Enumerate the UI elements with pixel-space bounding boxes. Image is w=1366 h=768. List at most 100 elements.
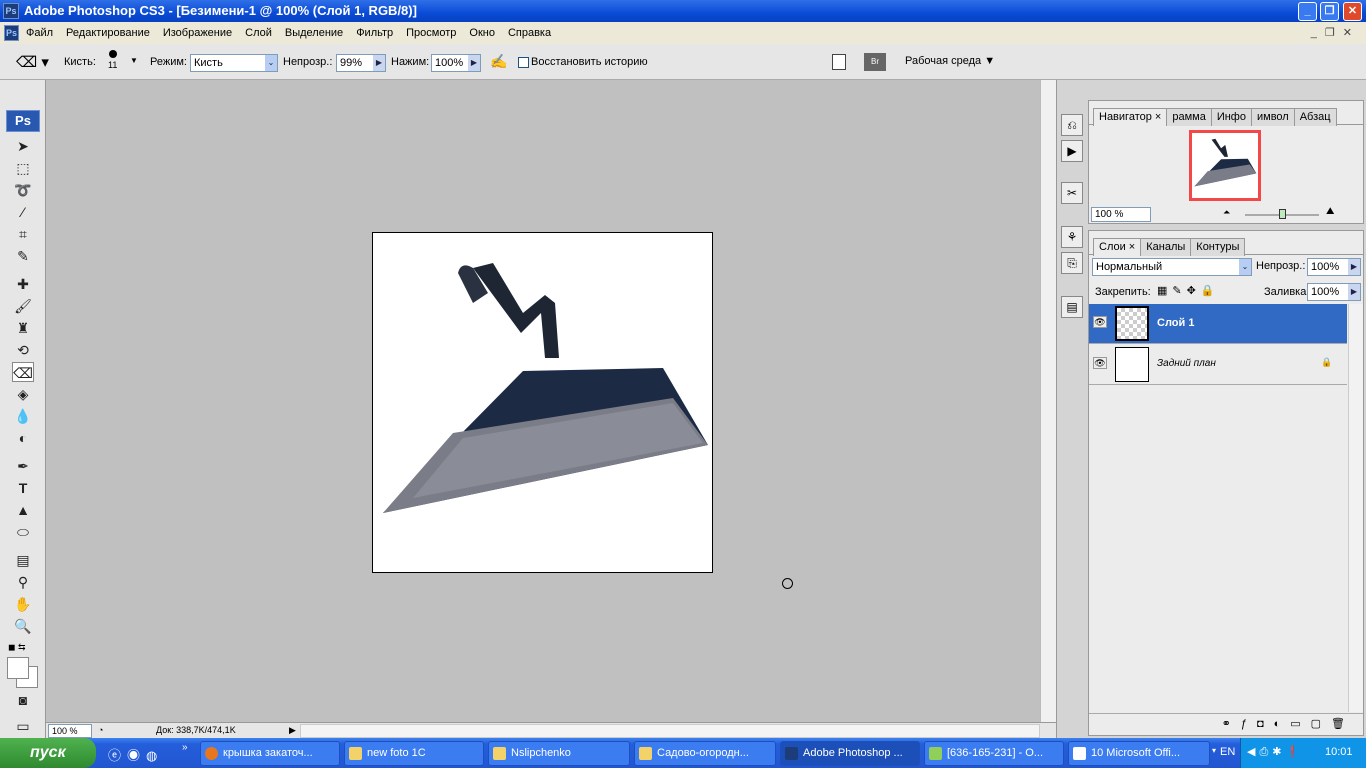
bridge-icon[interactable]: Br <box>864 53 886 71</box>
default-colors-icon[interactable]: ◼ ⇆ <box>8 642 26 653</box>
layer-row[interactable]: 👁 Задний план 🔒 <box>1089 345 1347 385</box>
opacity-field[interactable]: 99% ▶ <box>336 54 386 72</box>
quick-mask-icon[interactable]: ◙ <box>12 690 34 710</box>
close-button[interactable]: ✕ <box>1343 2 1362 21</box>
zoom-slider-handle[interactable] <box>1279 209 1286 219</box>
flow-field[interactable]: 100% ▶ <box>431 54 481 72</box>
paint-bucket-icon[interactable]: ◈ <box>12 384 34 404</box>
workspace-menu[interactable]: Рабочая среда ▼ <box>905 55 995 67</box>
tab-paragraph[interactable]: Абзац <box>1293 108 1337 126</box>
pen-tool-icon[interactable]: ✒ <box>12 456 34 476</box>
eraser-tool-preset-icon[interactable]: ⌫ ▾ <box>16 53 49 71</box>
dodge-tool-icon[interactable]: ◐ <box>12 428 34 448</box>
status-menu-arrow[interactable]: ▶ <box>289 723 296 738</box>
actions-panel-icon[interactable]: ▶ <box>1061 140 1083 162</box>
tray-icons[interactable]: ◀⎙✱❗ <box>1247 745 1303 759</box>
language-indicator[interactable]: EN <box>1220 746 1235 758</box>
layer-comps-icon[interactable]: ▤ <box>1061 296 1083 318</box>
mode-select[interactable]: Кисть ⌄ <box>190 54 278 72</box>
notes-tool-icon[interactable]: ▤ <box>12 550 34 570</box>
taskbar-item[interactable]: крышка закаточ... <box>200 741 340 766</box>
minimize-button[interactable]: _ <box>1298 2 1317 21</box>
status-zoom-field[interactable]: 100 % <box>48 724 92 738</box>
clone-source-icon[interactable]: ⎘ <box>1061 252 1083 274</box>
taskbar-item[interactable]: Садово-огородн... <box>634 741 776 766</box>
layer-name[interactable]: Слой 1 <box>1157 317 1194 329</box>
start-button[interactable]: пуск <box>0 738 96 768</box>
visibility-eye-icon[interactable]: 👁 <box>1093 316 1107 328</box>
history-brush-icon[interactable]: ⟲ <box>12 340 34 360</box>
blur-tool-icon[interactable]: 💧 <box>12 406 34 426</box>
quick-launch-icons[interactable]: ⓔ◉◍ <box>108 745 163 764</box>
zoom-in-icon[interactable]: ⛰ <box>1326 206 1334 217</box>
lasso-tool-icon[interactable]: ➰ <box>12 180 34 200</box>
document-icon[interactable]: Ps <box>4 25 19 41</box>
history-panel-icon[interactable]: ⎌ <box>1061 114 1083 136</box>
taskbar-item[interactable]: new foto 1C <box>344 741 484 766</box>
brush-tool-icon[interactable]: 🖌 <box>12 296 34 316</box>
menu-file[interactable]: Файл <box>26 27 53 39</box>
taskbar-item[interactable]: Adobe Photoshop ... <box>780 741 920 766</box>
visibility-eye-icon[interactable]: 👁 <box>1093 357 1107 369</box>
opacity-label: Непрозр.: <box>283 56 333 68</box>
menu-filter[interactable]: Фильтр <box>356 27 393 39</box>
menu-image[interactable]: Изображение <box>163 27 232 39</box>
vertical-scrollbar[interactable] <box>1040 80 1056 722</box>
navigator-preview[interactable] <box>1189 130 1261 201</box>
fill-field[interactable]: 100% ▶ <box>1307 283 1361 301</box>
tab-histogram[interactable]: рамма <box>1166 108 1212 126</box>
marquee-tool-icon[interactable]: ⬚ <box>12 158 34 178</box>
tab-navigator[interactable]: Навигатор × <box>1093 108 1168 126</box>
brush-picker[interactable]: 11 <box>108 50 117 71</box>
slice-tool-icon[interactable]: ✎ <box>12 246 34 266</box>
eraser-tool-icon[interactable]: ⌫ <box>12 362 34 382</box>
document-window-controls[interactable]: _❐✕ <box>1311 22 1360 44</box>
layers-footer-buttons[interactable]: ⚭ƒ◘◐▭▢🗑 <box>1089 713 1363 735</box>
crop-tool-icon[interactable]: ⌗ <box>12 224 34 244</box>
airbrush-icon[interactable]: ✍ <box>490 53 507 70</box>
move-tool-icon[interactable]: ➤ <box>12 136 34 156</box>
blend-mode-select[interactable]: Нормальный ⌄ <box>1092 258 1252 276</box>
tab-channels[interactable]: Каналы <box>1140 238 1192 256</box>
taskbar-item[interactable]: 10 Microsoft Offi... <box>1068 741 1210 766</box>
restore-history-checkbox[interactable] <box>518 57 529 68</box>
magic-wand-tool-icon[interactable]: ⁄ <box>12 202 34 222</box>
taskbar-item[interactable]: Nslipchenko <box>488 741 630 766</box>
tab-paths[interactable]: Контуры <box>1190 238 1246 256</box>
status-icon[interactable]: ◔ <box>98 723 103 738</box>
foreground-color-swatch[interactable] <box>7 657 29 679</box>
type-tool-icon[interactable]: T <box>12 478 34 498</box>
brush-size: 11 <box>108 60 118 70</box>
document-canvas[interactable] <box>372 232 713 573</box>
tab-character[interactable]: имвол <box>1250 108 1295 126</box>
palette-well-icon[interactable] <box>832 54 846 70</box>
menu-edit[interactable]: Редактирование <box>66 27 150 39</box>
horizontal-scrollbar[interactable] <box>300 724 1040 738</box>
menu-select[interactable]: Выделение <box>285 27 343 39</box>
navigator-zoom-field[interactable]: 100 % <box>1091 207 1151 222</box>
zoom-tool-icon[interactable]: 🔍 <box>12 616 34 636</box>
ellipse-tool-icon[interactable]: ⬭ <box>12 522 34 542</box>
layers-scrollbar[interactable] <box>1348 304 1363 712</box>
path-selection-icon[interactable]: ▲ <box>12 500 34 520</box>
menu-window[interactable]: Окно <box>469 27 495 39</box>
layer-opacity-field[interactable]: 100% ▶ <box>1307 258 1361 276</box>
hand-tool-icon[interactable]: ✋ <box>12 594 34 614</box>
menu-view[interactable]: Просмотр <box>406 27 456 39</box>
clone-stamp-icon[interactable]: ♜ <box>12 318 34 338</box>
brushes-panel-icon[interactable]: ⚘ <box>1061 226 1083 248</box>
zoom-out-icon[interactable]: ⏶ <box>1223 207 1230 218</box>
menu-help[interactable]: Справка <box>508 27 551 39</box>
maximize-button[interactable]: ❐ <box>1320 2 1339 21</box>
layer-row[interactable]: 👁 Слой 1 <box>1089 304 1347 344</box>
tab-layers[interactable]: Слои × <box>1093 238 1142 256</box>
healing-brush-icon[interactable]: ✚ <box>12 274 34 294</box>
tool-presets-icon[interactable]: ✂ <box>1061 182 1083 204</box>
screen-mode-icon[interactable]: ▭ <box>12 716 34 736</box>
eyedropper-icon[interactable]: ⚲ <box>12 572 34 592</box>
layer-name[interactable]: Задний план <box>1157 358 1216 369</box>
tab-info[interactable]: Инфо <box>1210 108 1252 126</box>
taskbar-item[interactable]: [636-165-231] - О... <box>924 741 1064 766</box>
lock-icons[interactable]: ▦✎✥🔒 <box>1157 284 1220 297</box>
menu-layer[interactable]: Слой <box>245 27 272 39</box>
